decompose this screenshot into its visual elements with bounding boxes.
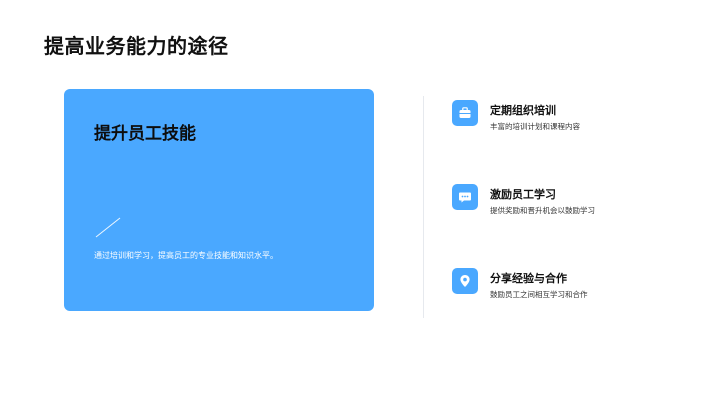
- card-title: 提升员工技能: [94, 124, 196, 144]
- list-item-sharing: 分享经验与合作 鼓励员工之间相互学习和合作: [452, 268, 692, 299]
- briefcase-icon: [452, 100, 478, 126]
- list-item-training: 定期组织培训 丰富的培训计划和课程内容: [452, 100, 692, 131]
- list-item-motivation: 激励员工学习 提供奖励和晋升机会以鼓励学习: [452, 184, 692, 215]
- slide-title: 提高业务能力的途径: [44, 34, 229, 58]
- item-description: 提供奖励和晋升机会以鼓励学习: [490, 206, 595, 215]
- skills-card: 提升员工技能 通过培训和学习，提高员工的专业技能和知识水平。: [64, 89, 374, 311]
- card-description: 通过培训和学习，提高员工的专业技能和知识水平。: [94, 251, 278, 260]
- decorative-slash-icon: [95, 217, 121, 238]
- item-title: 分享经验与合作: [490, 272, 567, 285]
- item-description: 丰富的培训计划和课程内容: [490, 122, 580, 131]
- location-pin-icon: [452, 268, 478, 294]
- item-title: 激励员工学习: [490, 188, 556, 201]
- item-description: 鼓励员工之间相互学习和合作: [490, 290, 588, 299]
- chat-bubble-icon: [452, 184, 478, 210]
- item-title: 定期组织培训: [490, 104, 556, 117]
- vertical-divider: [423, 96, 424, 318]
